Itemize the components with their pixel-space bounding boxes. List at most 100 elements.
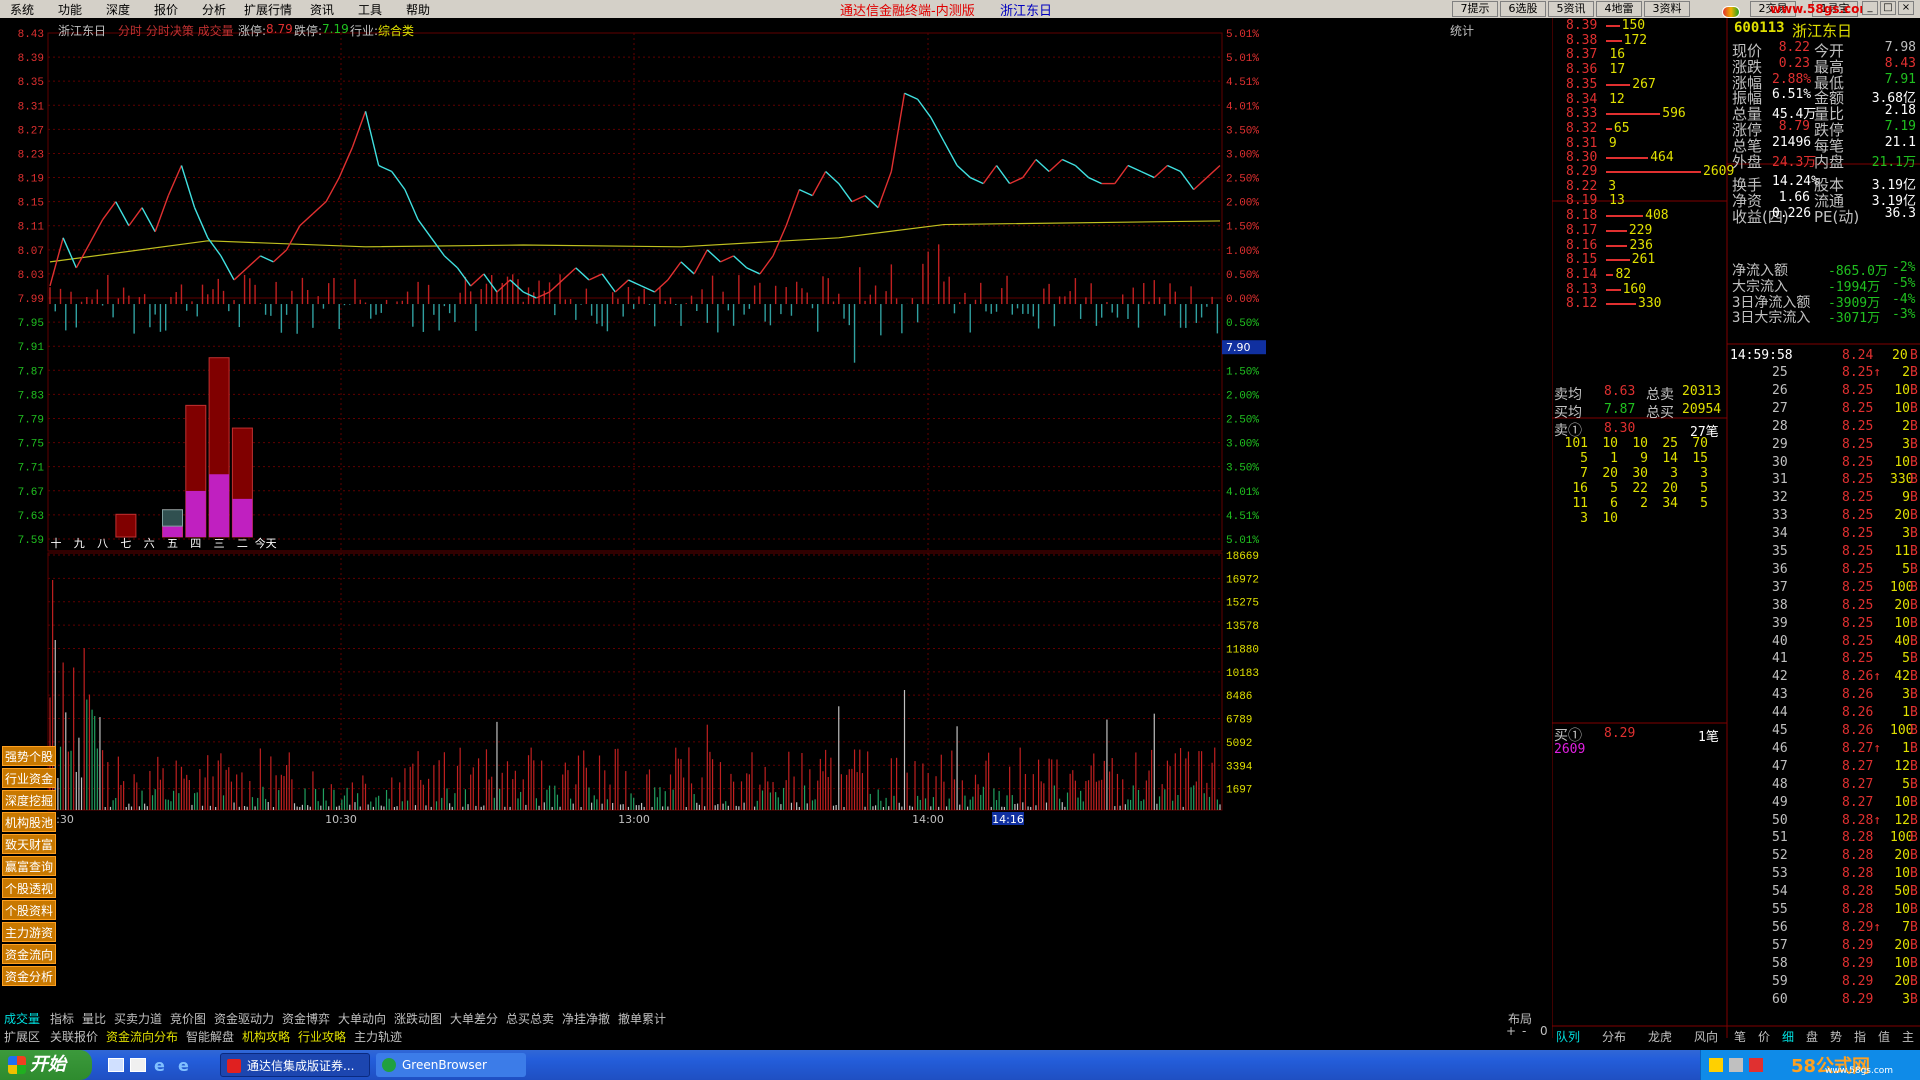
tray-icon-2[interactable] bbox=[1729, 1058, 1743, 1072]
ask-level-price[interactable]: 8.37 bbox=[1566, 47, 1597, 62]
restore-icon[interactable]: □ bbox=[1880, 1, 1896, 15]
zhitian-wealth-button[interactable]: 致天财富 bbox=[2, 834, 56, 854]
chart-mode-tabs[interactable]: 分时 分时决策 成交量 bbox=[118, 22, 234, 39]
start-button[interactable]: 开始 bbox=[0, 1050, 92, 1080]
pct-tick-label: 5.01% bbox=[1226, 53, 1259, 65]
stats-button[interactable]: 统计 bbox=[1450, 22, 1474, 39]
right-tab-1[interactable]: 价 bbox=[1758, 1028, 1770, 1045]
zoom-reset-button[interactable]: 0 bbox=[1540, 1024, 1548, 1038]
menu-help[interactable]: 帮助 bbox=[406, 1, 430, 18]
menu-info[interactable]: 资讯 bbox=[310, 1, 334, 18]
tray-icon-1[interactable] bbox=[1709, 1058, 1723, 1072]
right-tab-5[interactable]: 指 bbox=[1854, 1028, 1866, 1045]
chart-canvas[interactable]: 8.43 5.01% 8.39 5.01% 8.35 4.51% 8.31 4.01% 8.27… bbox=[0, 18, 1552, 1018]
ask-level-price[interactable]: 8.38 bbox=[1566, 33, 1597, 48]
ask-level-price[interactable]: 8.35 bbox=[1566, 77, 1597, 92]
minimize-icon[interactable]: _ bbox=[1862, 1, 1878, 15]
tick-price: 8.28 bbox=[1842, 866, 1874, 882]
stock-insight-button[interactable]: 个股透视 bbox=[2, 878, 56, 898]
strong-stocks-button[interactable]: 强势个股 bbox=[2, 746, 56, 766]
yingfu-query-button[interactable]: 赢富查询 bbox=[2, 856, 56, 876]
bid-level-price[interactable]: 8.18 bbox=[1566, 208, 1597, 223]
tab-fund-game[interactable]: 资金博弈 bbox=[282, 1010, 330, 1027]
ask-level-price[interactable]: 8.36 bbox=[1566, 62, 1597, 77]
taskbar-item-tdx[interactable]: 通达信集成版证券... bbox=[220, 1053, 370, 1077]
tab-fund-distribution[interactable]: 资金流向分布 bbox=[106, 1028, 178, 1045]
bid-level-price[interactable]: 8.17 bbox=[1566, 223, 1597, 238]
ask-level-price[interactable]: 8.39 bbox=[1566, 18, 1597, 33]
institution-pool-button[interactable]: 机构股池 bbox=[2, 812, 56, 832]
menu-bar: 系统 功能 深度 报价 分析 扩展行情 资讯 工具 帮助 通达信金融终端-内测版… bbox=[0, 0, 1920, 19]
tab-queue[interactable]: 队列 bbox=[1556, 1028, 1580, 1045]
tab-auction[interactable]: 竞价图 bbox=[170, 1010, 206, 1027]
bid-level-price[interactable]: 8.22 bbox=[1566, 179, 1597, 194]
profile-button[interactable]: 3资料 bbox=[1644, 1, 1690, 17]
right-tab-6[interactable]: 值 bbox=[1878, 1028, 1890, 1045]
industry-funds-button[interactable]: 行业资金 bbox=[2, 768, 56, 788]
news-button[interactable]: 5资讯 bbox=[1548, 1, 1594, 17]
ask-level-price[interactable]: 8.34 bbox=[1566, 92, 1597, 107]
tab-fund-drive[interactable]: 资金驱动力 bbox=[214, 1010, 274, 1027]
menu-tools[interactable]: 工具 bbox=[358, 1, 382, 18]
zoom-in-button[interactable]: + bbox=[1506, 1024, 1516, 1038]
tab-big-order[interactable]: 大单动向 bbox=[338, 1010, 386, 1027]
ie-icon[interactable]: e bbox=[154, 1056, 165, 1075]
menu-depth[interactable]: 深度 bbox=[106, 1, 130, 18]
tips-button[interactable]: 7提示 bbox=[1452, 1, 1498, 17]
tab-rise-fall[interactable]: 涨跌动图 bbox=[394, 1010, 442, 1027]
tab-volume[interactable]: 成交量 bbox=[4, 1010, 40, 1027]
ask-level-price[interactable]: 8.33 bbox=[1566, 106, 1597, 121]
right-tab-2[interactable]: 细 bbox=[1782, 1028, 1794, 1045]
right-tab-3[interactable]: 盘 bbox=[1806, 1028, 1818, 1045]
tab-total-buy-sell[interactable]: 总买总卖 bbox=[506, 1010, 554, 1027]
tab-wind-vane[interactable]: 风向 bbox=[1694, 1028, 1718, 1045]
menu-system[interactable]: 系统 bbox=[10, 1, 34, 18]
fund-analysis-button[interactable]: 资金分析 bbox=[2, 966, 56, 986]
tab-institution-strategy[interactable]: 机构攻略 bbox=[242, 1028, 290, 1045]
stock-profile-button[interactable]: 个股资料 bbox=[2, 900, 56, 920]
intraday-chart[interactable]: 8.43 5.01% 8.39 5.01% 8.35 4.51% 8.31 4.01% 8.27… bbox=[0, 18, 1552, 1018]
tab-dragon-tiger[interactable]: 龙虎 bbox=[1648, 1028, 1672, 1045]
tab-net-hang[interactable]: 净挂净撤 bbox=[562, 1010, 610, 1027]
deep-mining-button[interactable]: 深度挖掘 bbox=[2, 790, 56, 810]
explorer-icon[interactable] bbox=[130, 1058, 146, 1072]
tab-indicator[interactable]: 指标 bbox=[50, 1010, 74, 1027]
bid-level-price[interactable]: 8.13 bbox=[1566, 282, 1597, 297]
main-hotmoney-button[interactable]: 主力游资 bbox=[2, 922, 56, 942]
right-tab-0[interactable]: 笔 bbox=[1734, 1028, 1746, 1045]
tab-related-quote[interactable]: 关联报价 bbox=[50, 1028, 98, 1045]
tray-icon-3[interactable] bbox=[1749, 1058, 1763, 1072]
bid-level-price[interactable]: 8.19 bbox=[1566, 193, 1597, 208]
bid-level-price[interactable]: 8.29 bbox=[1566, 164, 1597, 179]
tab-volume-ratio[interactable]: 量比 bbox=[82, 1010, 106, 1027]
zoom-out-button[interactable]: - bbox=[1522, 1024, 1526, 1038]
menu-function[interactable]: 功能 bbox=[58, 1, 82, 18]
fund-flow-button[interactable]: 资金流向 bbox=[2, 944, 56, 964]
right-tab-4[interactable]: 势 bbox=[1830, 1028, 1842, 1045]
ask-level-price[interactable]: 8.32 bbox=[1566, 121, 1597, 136]
taskbar-item-browser[interactable]: GreenBrowser bbox=[376, 1053, 526, 1077]
tab-main-track[interactable]: 主力轨迹 bbox=[354, 1028, 402, 1045]
menu-ext-market[interactable]: 扩展行情 bbox=[244, 1, 292, 18]
pct-tick-label: 3.50% bbox=[1226, 463, 1259, 475]
bid-level-price[interactable]: 8.14 bbox=[1566, 267, 1597, 282]
tab-buy-sell-force[interactable]: 买卖力道 bbox=[114, 1010, 162, 1027]
menu-analysis[interactable]: 分析 bbox=[202, 1, 226, 18]
bid-level-price[interactable]: 8.12 bbox=[1566, 296, 1597, 311]
desktop-icon[interactable] bbox=[108, 1058, 124, 1072]
bid-level-price[interactable]: 8.16 bbox=[1566, 238, 1597, 253]
close-icon[interactable]: × bbox=[1898, 1, 1914, 15]
stock-select-button[interactable]: 6选股 bbox=[1500, 1, 1546, 17]
tab-big-order-diff[interactable]: 大单差分 bbox=[450, 1010, 498, 1027]
tab-extension[interactable]: 扩展区 bbox=[4, 1028, 40, 1045]
tab-industry-strategy[interactable]: 行业攻略 bbox=[298, 1028, 346, 1045]
tab-distribution[interactable]: 分布 bbox=[1602, 1028, 1626, 1045]
bid-level-price[interactable]: 8.15 bbox=[1566, 252, 1597, 267]
landmine-button[interactable]: 4地雷 bbox=[1596, 1, 1642, 17]
right-tab-7[interactable]: 主 bbox=[1902, 1028, 1914, 1045]
tab-smart-analysis[interactable]: 智能解盘 bbox=[186, 1028, 234, 1045]
tab-cancel-total[interactable]: 撤单累计 bbox=[618, 1010, 666, 1027]
browser-icon[interactable]: e bbox=[178, 1056, 189, 1075]
ask-level-price[interactable]: 8.31 bbox=[1566, 136, 1597, 151]
menu-quote[interactable]: 报价 bbox=[154, 1, 178, 18]
